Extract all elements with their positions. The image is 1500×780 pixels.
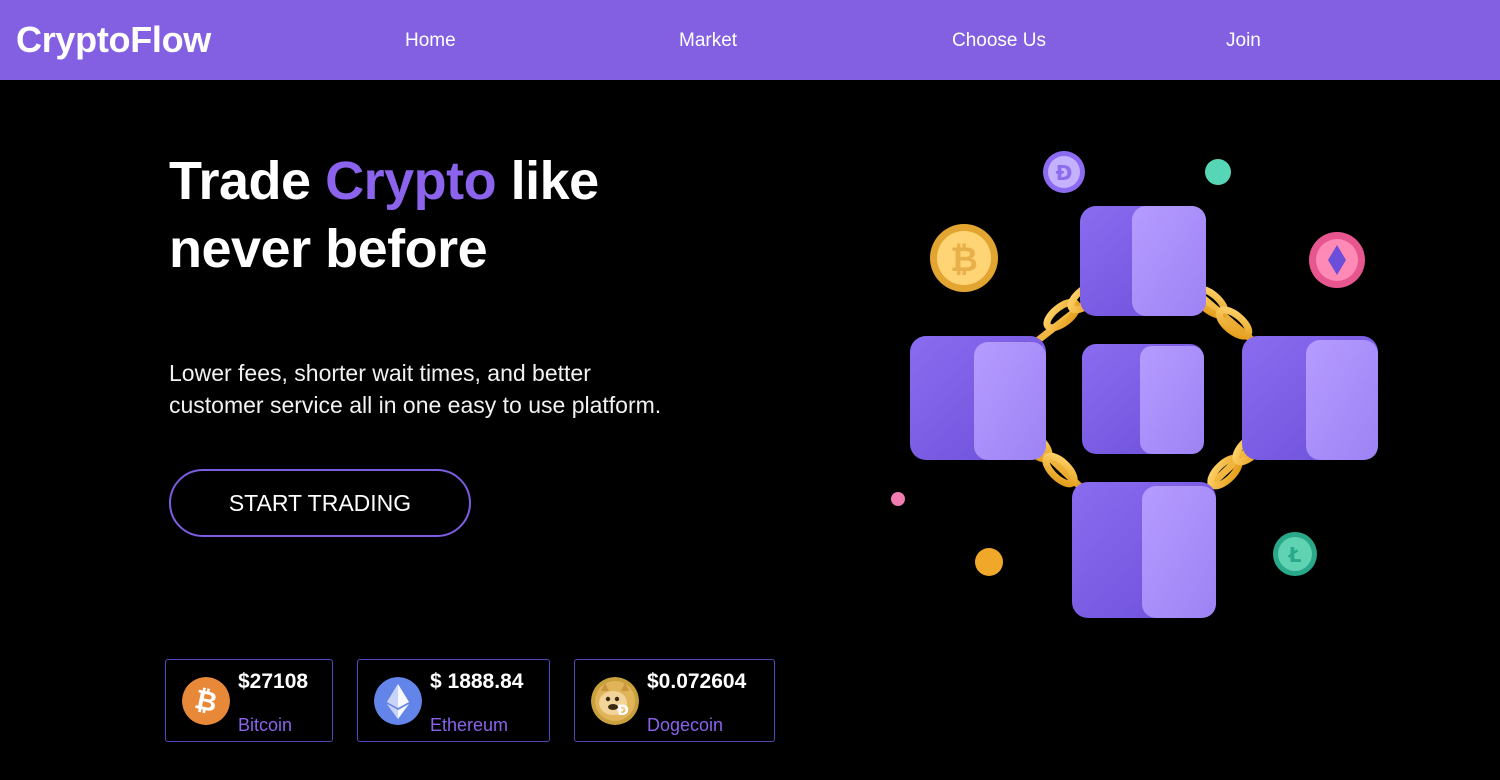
dogecoin-icon: Ð <box>591 677 639 725</box>
hero-title-part2: like <box>496 151 600 211</box>
price-card-ethereum[interactable]: $ 1888.84 Ethereum <box>357 659 550 742</box>
hero-title-line2: never before <box>169 219 488 279</box>
bitcoin-price: $27108 <box>238 670 309 693</box>
nav-link-choose-us[interactable]: Choose Us <box>952 29 1046 53</box>
price-card-bitcoin[interactable]: ₿ $27108 Bitcoin <box>165 659 333 742</box>
start-trading-button[interactable]: START TRADING <box>169 469 471 537</box>
top-navbar: CryptoFlow Home Market Choose Us Join <box>0 0 1500 80</box>
svg-text:Ð: Ð <box>617 703 629 719</box>
brand-logo[interactable]: CryptoFlow <box>16 19 211 61</box>
ethereum-coin-icon <box>1309 232 1365 288</box>
svg-text:Ł: Ł <box>1288 543 1302 567</box>
price-card-dogecoin[interactable]: Ð $0.072604 Dogecoin <box>574 659 775 742</box>
svg-text:₿: ₿ <box>950 240 978 280</box>
cube-center <box>1082 344 1204 454</box>
ethereum-price: $ 1888.84 <box>430 670 524 693</box>
bitcoin-coin-icon: ₿ <box>930 224 998 292</box>
cube-left <box>910 336 1046 460</box>
cube-top <box>1080 206 1206 316</box>
hero-subtitle-line1: Lower fees, shorter wait times, and bett… <box>169 360 591 386</box>
cube-bottom <box>1072 482 1216 618</box>
nav-link-home[interactable]: Home <box>405 29 456 53</box>
hero-title: Trade Crypto like never before <box>169 147 599 283</box>
litecoin-coin-icon: Ł <box>1273 532 1317 576</box>
dot-orange <box>975 548 1003 576</box>
nav-link-market[interactable]: Market <box>679 29 737 53</box>
nav-link-join[interactable]: Join <box>1226 29 1261 53</box>
hero-subtitle: Lower fees, shorter wait times, and bett… <box>169 357 769 421</box>
bitcoin-icon: ₿ <box>182 677 230 725</box>
ethereum-icon <box>374 677 422 725</box>
cube-right <box>1242 336 1378 460</box>
dot-pink <box>891 492 905 506</box>
hero-title-accent: Crypto <box>325 151 497 211</box>
hero-subtitle-line2: customer service all in one easy to use … <box>169 392 662 418</box>
dogecoin-name: Dogecoin <box>647 715 724 735</box>
ethereum-name: Ethereum <box>430 715 509 735</box>
bitcoin-name: Bitcoin <box>238 715 293 735</box>
dot-teal <box>1205 159 1231 185</box>
svg-text:Ð: Ð <box>1056 161 1073 185</box>
hero-title-part1: Trade <box>169 151 326 211</box>
blockchain-cubes-illustration: ₿ Ð Ł <box>891 151 1378 618</box>
dogecoin-price: $0.072604 <box>647 670 747 693</box>
dogecoin-coin-icon: Ð <box>1043 151 1085 193</box>
